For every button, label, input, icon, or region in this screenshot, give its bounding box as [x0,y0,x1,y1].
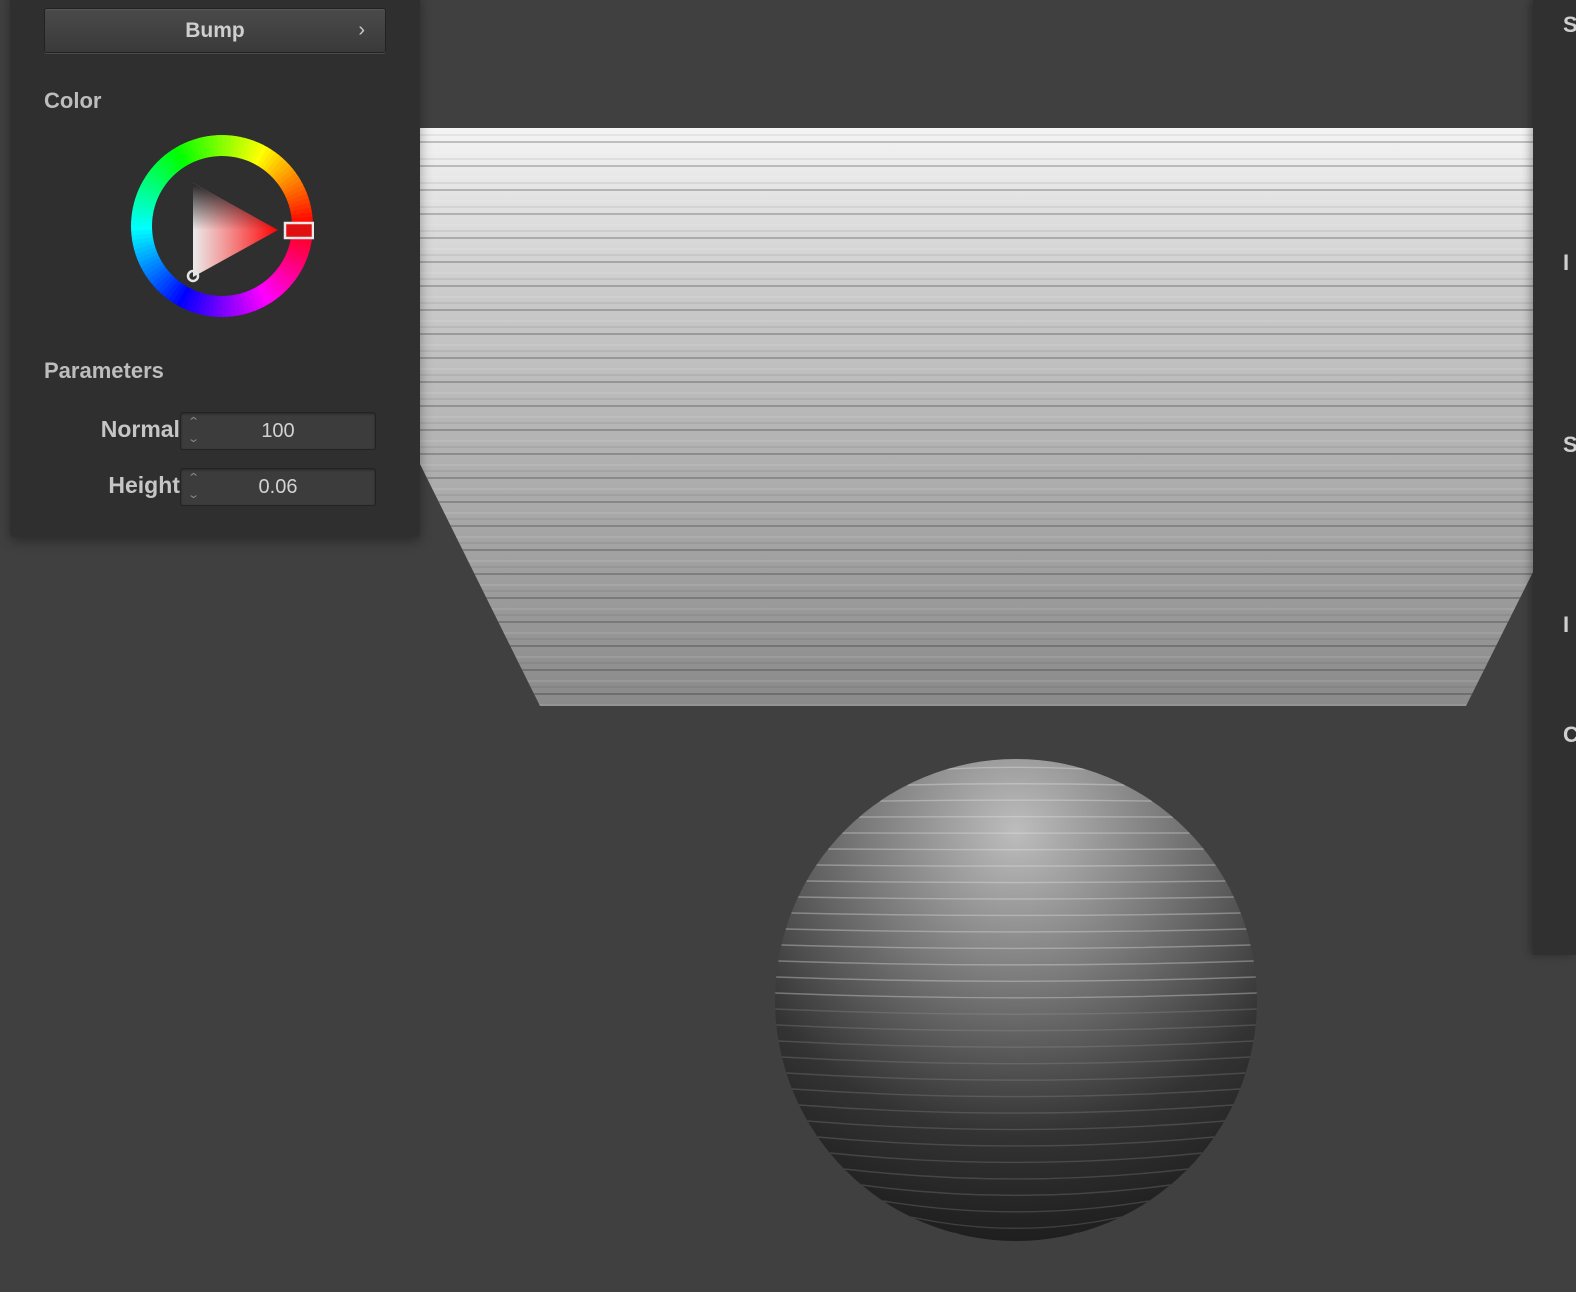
material-preview-sphere[interactable] [775,759,1257,1245]
clipped-label: I [1563,612,1570,637]
chevron-down-icon[interactable]: ⌄ [188,489,201,502]
material-properties-panel: Bump › Color Parameters Normal: ⌃ ⌄ 100… [10,0,420,537]
chevron-right-icon: › [358,19,365,41]
texture-preview-plane [418,128,1534,706]
normal-spinbox[interactable]: ⌃ ⌄ 100 [180,412,376,450]
chevron-down-icon[interactable]: ⌄ [188,433,201,446]
bump-mode-button[interactable]: Bump › [44,8,386,53]
parameters-section-title: Parameters [44,358,164,383]
clipped-label: S [1563,12,1576,37]
normal-parameter-row: Normal : ⌃ ⌄ 100 [44,412,384,452]
chevron-up-icon[interactable]: ⌃ [188,416,201,429]
right-side-panel: S I S I C [1533,0,1576,955]
spin-arrows[interactable]: ⌃ ⌄ [187,472,201,502]
color-picker[interactable] [130,134,315,318]
color-section-title: Color [44,88,102,113]
hue-picker-handle[interactable] [283,221,315,240]
normal-value[interactable]: 100 [261,420,294,443]
mode-button-label: Bump [185,18,245,42]
spin-arrows[interactable]: ⌃ ⌄ [187,416,201,446]
clipped-label: C [1563,722,1576,747]
color-wheel[interactable] [130,134,315,318]
chevron-up-icon[interactable]: ⌃ [188,472,201,485]
clipped-label: I [1563,250,1570,275]
clipped-label: S [1563,432,1576,457]
height-spinbox[interactable]: ⌃ ⌄ 0.06 [180,468,376,506]
height-parameter-row: Height : ⌃ ⌄ 0.06 [44,468,384,508]
height-value[interactable]: 0.06 [259,476,298,499]
